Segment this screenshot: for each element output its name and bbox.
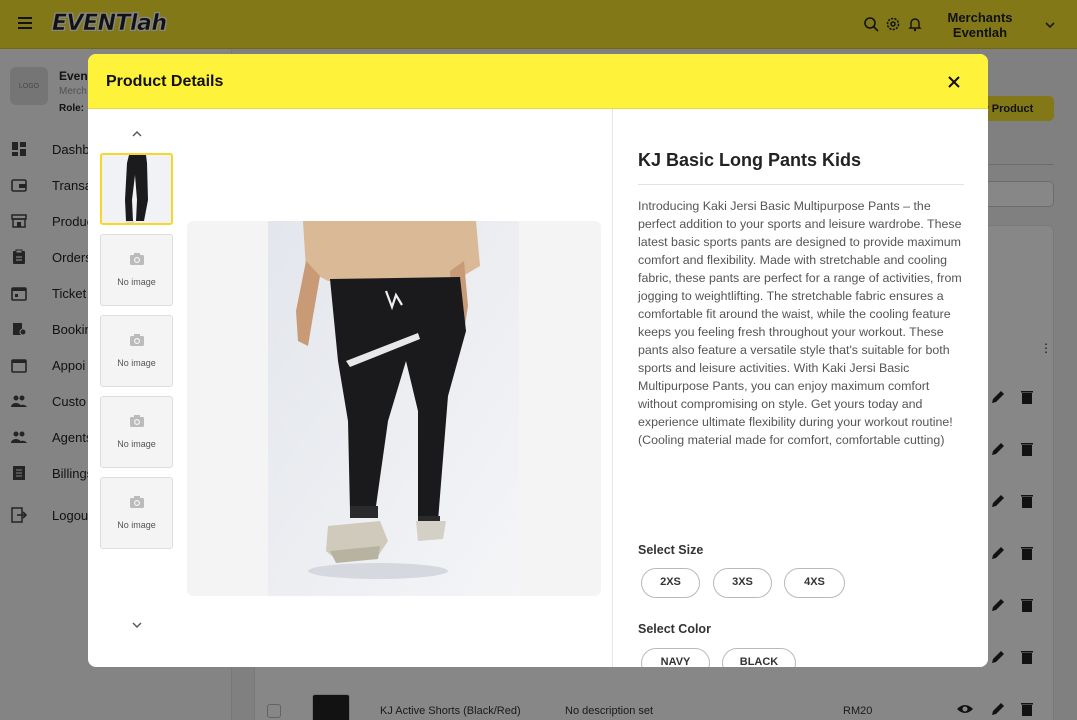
size-option-3xs[interactable]: 3XS	[713, 568, 772, 598]
size-option-2xs[interactable]: 2XS	[641, 568, 700, 598]
main-product-image	[187, 221, 601, 596]
color-option-navy[interactable]: NAVY	[641, 648, 710, 667]
select-color-label: Select Color	[638, 622, 711, 636]
modal-header: Product Details	[88, 54, 988, 109]
product-title: KJ Basic Long Pants Kids	[638, 150, 862, 170]
no-image-label: No image	[117, 277, 156, 287]
thumbnail-empty[interactable]: No image	[100, 477, 173, 549]
camera-icon	[130, 253, 144, 265]
thumbnail-empty[interactable]: No image	[100, 315, 173, 387]
product-photo	[268, 221, 519, 596]
product-info-panel: KJ Basic Long Pants Kids Introducing Kak…	[613, 109, 988, 667]
thumbnail-list: No image No image No image No image	[100, 153, 175, 558]
thumbnail-empty[interactable]: No image	[100, 234, 173, 306]
camera-icon	[130, 334, 144, 346]
select-size-label: Select Size	[638, 543, 704, 557]
chevron-down-icon[interactable]	[130, 618, 144, 632]
no-image-label: No image	[117, 358, 156, 368]
no-image-label: No image	[117, 439, 156, 449]
no-image-label: No image	[117, 520, 156, 530]
modal-title: Product Details	[106, 73, 224, 90]
product-description: Introducing Kaki Jersi Basic Multipurpos…	[638, 199, 962, 447]
thumbnail-empty[interactable]: No image	[100, 396, 173, 468]
camera-icon	[130, 415, 144, 427]
product-photo-thumbnail	[102, 155, 171, 223]
product-details-modal: Product Details No image No image No ima…	[88, 54, 988, 667]
size-option-4xs[interactable]: 4XS	[784, 568, 845, 598]
image-gallery: No image No image No image No image	[88, 109, 613, 667]
camera-icon	[130, 496, 144, 508]
color-option-black[interactable]: BLACK	[722, 648, 796, 667]
divider	[638, 184, 964, 185]
thumbnail-selected[interactable]	[100, 153, 173, 225]
chevron-up-icon[interactable]	[130, 127, 144, 141]
close-icon[interactable]	[945, 73, 963, 91]
